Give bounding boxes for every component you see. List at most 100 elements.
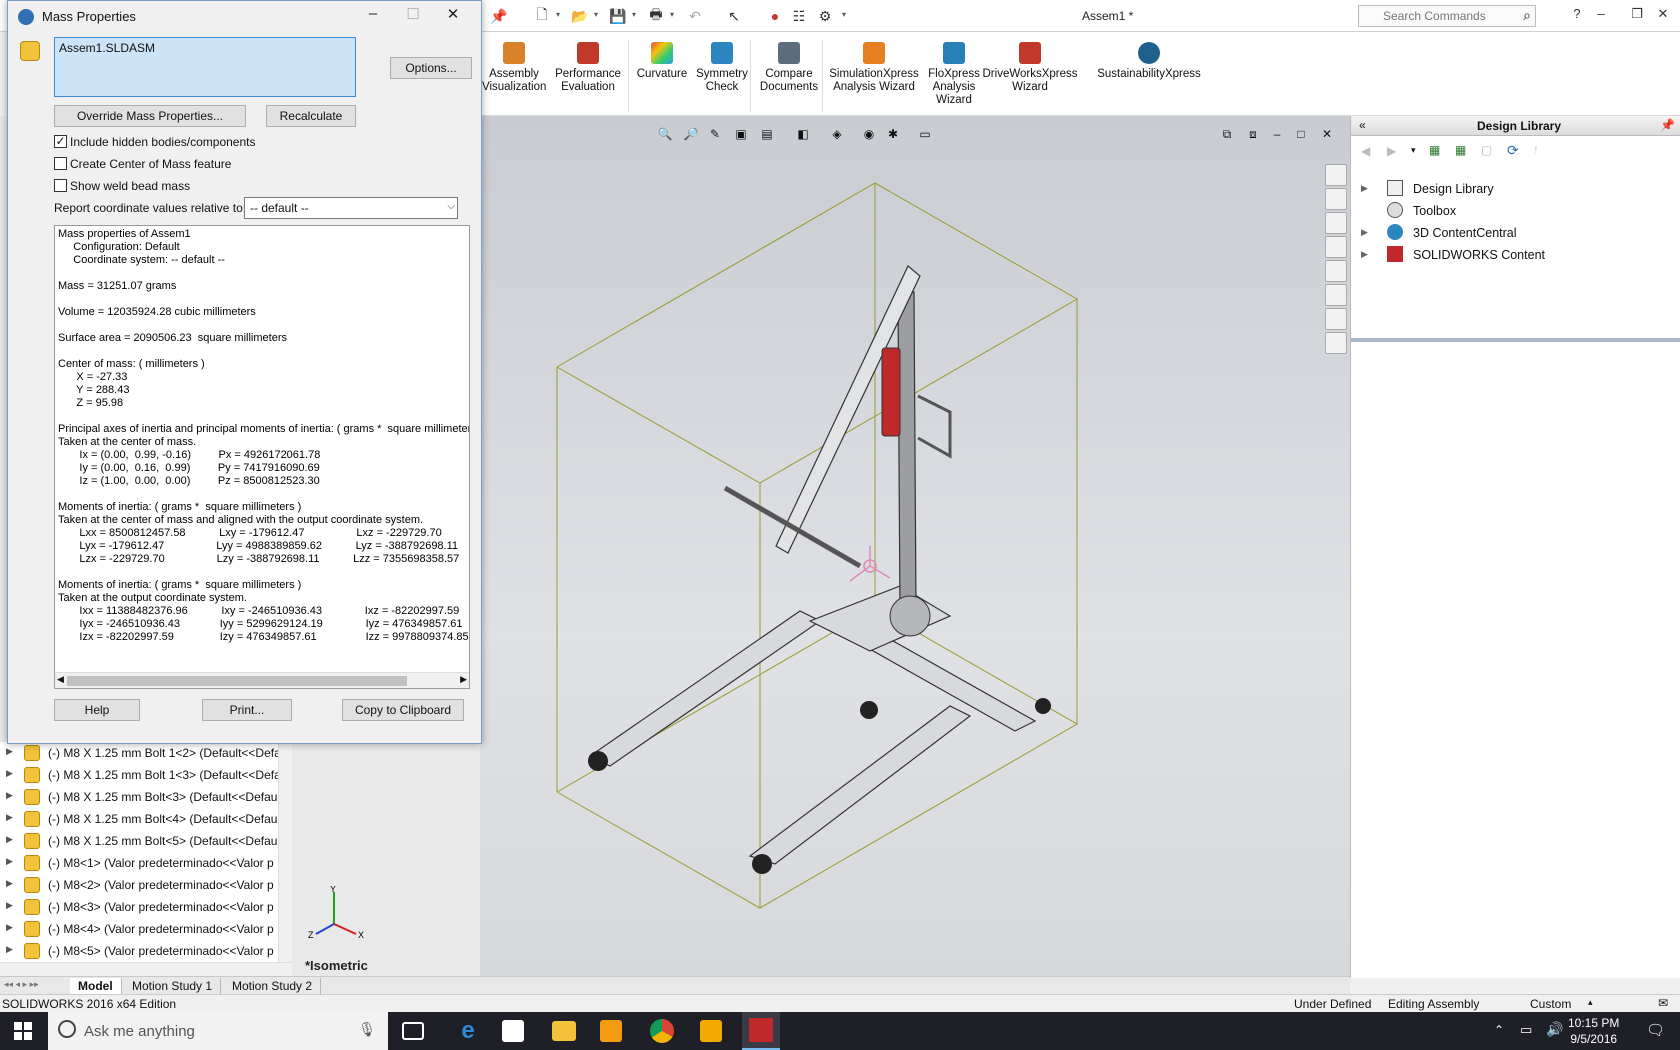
design-library-item[interactable]: ▶ Design Library xyxy=(1361,178,1661,200)
tab-model[interactable]: Model xyxy=(70,978,122,994)
task-view-icon[interactable] xyxy=(402,1022,424,1040)
select-arrow-icon[interactable]: ↖ xyxy=(722,6,746,26)
windows-start-icon[interactable] xyxy=(14,1022,32,1040)
help-button[interactable]: ? xyxy=(1566,6,1588,26)
search-icon[interactable]: ⌕ xyxy=(1523,7,1531,24)
options-button[interactable]: Options... xyxy=(390,57,472,79)
tree-item[interactable]: ▶ (-) M8<5> (Valor predeterminado<<Valor … xyxy=(0,940,292,962)
expand-arrow-icon[interactable]: ▶ xyxy=(6,746,13,757)
driveworksxpress-button[interactable]: DriveWorksXpress Wizard xyxy=(982,42,1078,94)
chevron-down-icon[interactable]: ⌵ xyxy=(447,201,455,212)
sticky-notes-icon[interactable] xyxy=(700,1020,722,1042)
override-mass-properties-button[interactable]: Override Mass Properties... xyxy=(54,105,246,127)
copy-to-clipboard-button[interactable]: Copy to Clipboard xyxy=(342,699,464,721)
expand-arrow-icon[interactable]: ▶ xyxy=(1361,227,1368,238)
scroll-left-icon[interactable]: ◀ xyxy=(57,674,64,685)
microphone-icon[interactable]: 🎙 xyxy=(358,1021,376,1038)
tree-item[interactable]: ▶ (-) M8<3> (Valor predeterminado<<Valor … xyxy=(0,896,292,918)
restore-icon[interactable]: ❐ xyxy=(1626,6,1648,26)
toolbox-item[interactable]: Toolbox xyxy=(1361,200,1661,222)
up-one-level-icon[interactable]: ↑ xyxy=(1533,142,1539,156)
solidworks-content-item[interactable]: ▶ SOLIDWORKS Content xyxy=(1361,244,1661,266)
print-dropdown-icon[interactable]: ▾ xyxy=(670,10,678,20)
add-file-location-icon[interactable]: ▦ xyxy=(1455,143,1466,157)
search-commands-box[interactable]: ⌕ xyxy=(1358,5,1536,27)
volume-icon[interactable]: 🔊 xyxy=(1546,1021,1563,1038)
help-button[interactable]: Help xyxy=(54,699,140,721)
file-properties-icon[interactable]: ☷ xyxy=(787,6,811,26)
expand-arrow-icon[interactable]: ▶ xyxy=(6,856,13,867)
media-player-icon[interactable] xyxy=(600,1020,622,1042)
content-central-item[interactable]: ▶ 3D ContentCentral xyxy=(1361,222,1661,244)
options-gear-icon[interactable]: ⚙ xyxy=(813,6,837,26)
refresh-icon[interactable]: ⟳ xyxy=(1507,142,1519,159)
selection-list[interactable]: Assem1.SLDASM xyxy=(54,37,356,97)
coordinate-system-select[interactable]: -- default -- ⌵ xyxy=(244,197,458,219)
expand-arrow-icon[interactable]: ▶ xyxy=(6,768,13,779)
add-to-library-icon[interactable]: ▦ xyxy=(1429,143,1440,157)
dialog-close-icon[interactable]: ✕ xyxy=(440,5,466,27)
tree-vertical-scrollbar[interactable] xyxy=(278,742,292,962)
simulationxpress-button[interactable]: SimulationXpress Analysis Wizard xyxy=(828,42,920,94)
undo-icon[interactable]: ↶ xyxy=(683,6,707,26)
new-dropdown-icon[interactable]: ▾ xyxy=(556,10,564,20)
scrollbar-thumb[interactable] xyxy=(67,676,407,686)
save-dropdown-icon[interactable]: ▾ xyxy=(632,10,640,20)
panel-splitter[interactable] xyxy=(1351,338,1680,342)
symmetry-check-button[interactable]: Symmetry Check xyxy=(692,42,752,94)
cortana-search-box[interactable]: Ask me anything 🎙 xyxy=(48,1012,388,1050)
tree-item[interactable]: ▶ (-) M8 X 1.25 mm Bolt<4> (Default<<Defa… xyxy=(0,808,292,830)
print-icon[interactable]: 🖶 xyxy=(644,6,668,26)
tab-motion-study-2[interactable]: Motion Study 2 xyxy=(224,978,322,994)
tab-motion-study-1[interactable]: Motion Study 1 xyxy=(124,978,222,994)
search-commands-input[interactable] xyxy=(1383,6,1513,26)
options-dropdown-icon[interactable]: ▾ xyxy=(842,10,850,20)
history-dropdown-icon[interactable]: ▾ xyxy=(1411,145,1416,156)
tree-item[interactable]: ▶ (-) M8<1> (Valor predeterminado<<Valor … xyxy=(0,852,292,874)
assembly-visualization-button[interactable]: Assembly Visualization xyxy=(482,42,546,94)
notification-icon[interactable]: ✉ xyxy=(1658,996,1668,1010)
tree-item[interactable]: ▶ (-) M8<2> (Valor predeterminado<<Valor … xyxy=(0,874,292,896)
chrome-icon[interactable] xyxy=(650,1019,674,1043)
tree-item[interactable]: ▶ (-) M8 X 1.25 mm Bolt 1<3> (Default<<De… xyxy=(0,764,292,786)
performance-evaluation-button[interactable]: Performance Evaluation xyxy=(554,42,622,94)
view-palette-tab-icon[interactable] xyxy=(1325,332,1347,354)
expand-arrow-icon[interactable]: ▶ xyxy=(1361,249,1368,260)
show-weld-checkbox[interactable] xyxy=(54,179,67,192)
expand-arrow-icon[interactable]: ▶ xyxy=(6,922,13,933)
rebuild-icon[interactable]: ● xyxy=(763,6,787,26)
expand-arrow-icon[interactable]: ▶ xyxy=(6,834,13,845)
pin-icon[interactable]: 📌 xyxy=(487,6,511,26)
tree-item[interactable]: ▶ (-) M8<4> (Valor predeterminado<<Valor … xyxy=(0,918,292,940)
solidworks-forum-tab-icon[interactable] xyxy=(1325,308,1347,330)
file-explorer-tab-icon[interactable] xyxy=(1325,236,1347,258)
expand-arrow-icon[interactable]: ▶ xyxy=(6,944,13,955)
close-icon[interactable]: ✕ xyxy=(1652,6,1674,26)
tree-horizontal-scrollbar[interactable] xyxy=(0,962,292,976)
pin-panel-icon[interactable]: 📌 xyxy=(1660,118,1675,132)
mass-properties-results[interactable]: Mass properties of Assem1 Configuration:… xyxy=(54,225,470,689)
sustainabilityxpress-button[interactable]: SustainabilityXpress xyxy=(1084,42,1214,81)
expand-arrow-icon[interactable]: ▶ xyxy=(6,812,13,823)
expand-arrow-icon[interactable]: ▶ xyxy=(6,790,13,801)
expand-arrow-icon[interactable]: ▶ xyxy=(6,878,13,889)
scroll-right-icon[interactable]: ▶ xyxy=(460,674,467,685)
tree-item[interactable]: ▶ (-) M8 X 1.25 mm Bolt<5> (Default<<Defa… xyxy=(0,830,292,852)
forward-icon[interactable]: ▶ xyxy=(1387,144,1396,158)
edge-browser-icon[interactable]: e xyxy=(454,1018,482,1044)
solidworks-taskbar-button[interactable] xyxy=(742,1012,780,1050)
floxpress-button[interactable]: FloXpress Analysis Wizard xyxy=(920,42,988,107)
include-hidden-checkbox[interactable]: ✓ xyxy=(54,135,67,148)
unit-system-status[interactable]: Custom xyxy=(1530,997,1571,1011)
results-horizontal-scrollbar[interactable]: ◀ ▶ xyxy=(55,672,469,688)
file-explorer-icon[interactable] xyxy=(552,1021,576,1041)
create-folder-icon[interactable]: ▢ xyxy=(1481,143,1492,157)
open-folder-icon[interactable]: 📂 xyxy=(568,6,592,26)
print-button[interactable]: Print... xyxy=(202,699,292,721)
custom-properties-tab-icon[interactable] xyxy=(1325,284,1347,306)
curvature-button[interactable]: Curvature xyxy=(634,42,690,81)
new-document-icon[interactable]: 🗋 xyxy=(530,6,554,26)
action-center-icon[interactable]: 🗨 xyxy=(1646,1021,1665,1039)
system-clock[interactable]: 10:15 PM 9/5/2016 xyxy=(1568,1015,1619,1047)
save-icon[interactable]: 💾 xyxy=(606,6,630,26)
